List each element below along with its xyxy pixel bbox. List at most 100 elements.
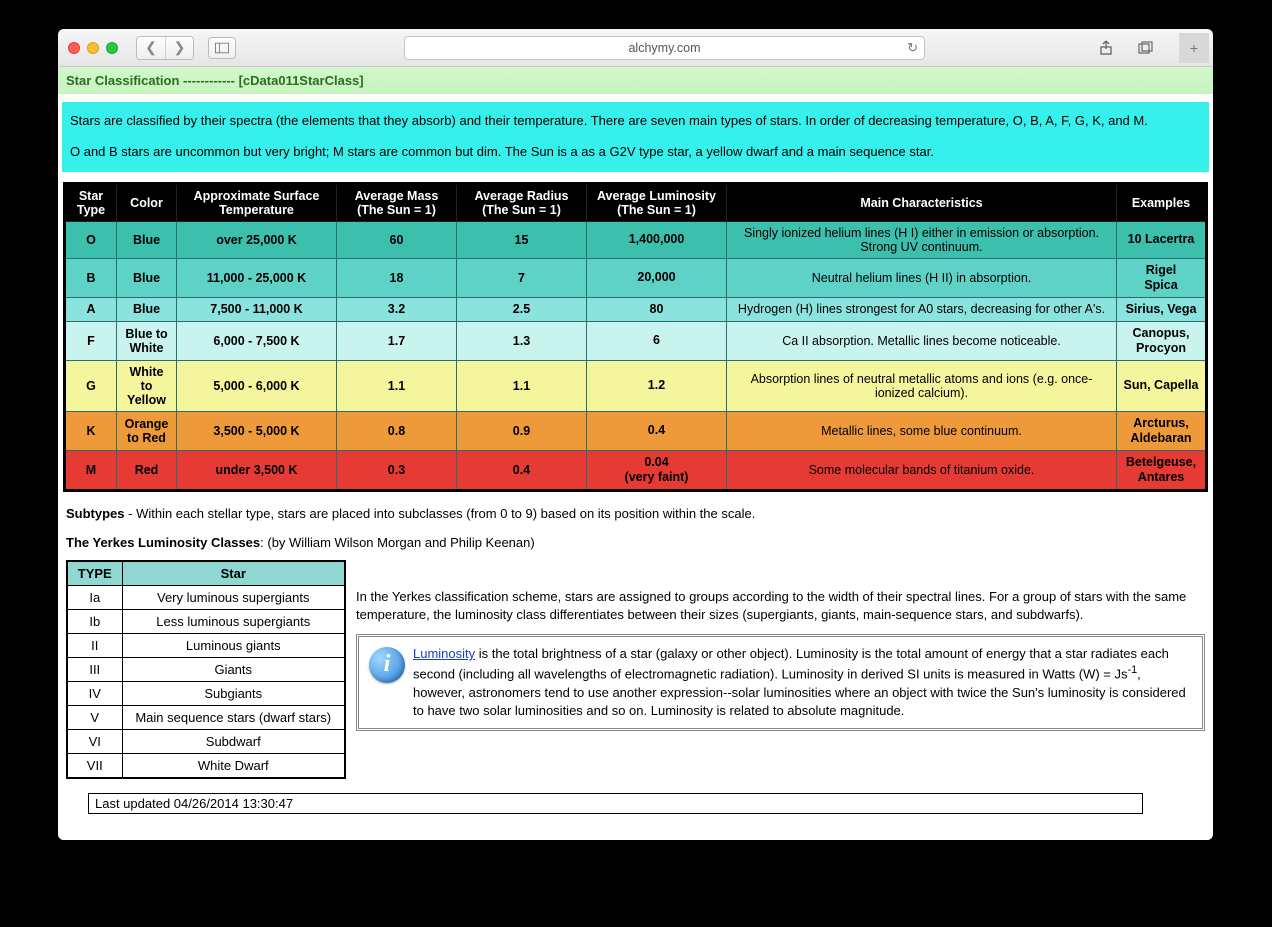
table-cell: Sun, Capella [1117, 360, 1207, 411]
nav-buttons: ❮ ❯ [136, 36, 194, 60]
minimize-icon[interactable] [87, 42, 99, 54]
lum-star-cell: Main sequence stars (dwarf stars) [122, 705, 345, 729]
luminosity-info-box: i Luminosity is the total brightness of … [356, 634, 1205, 731]
table-cell: RigelSpica [1117, 258, 1207, 297]
table-cell: 6 [587, 321, 727, 360]
th-lum: Average Luminosity (The Sun = 1) [587, 183, 727, 221]
table-cell: 1.3 [457, 321, 587, 360]
table-cell: B [65, 258, 117, 297]
table-cell: Hydrogen (H) lines strongest for A0 star… [727, 297, 1117, 321]
forward-button[interactable]: ❯ [165, 37, 193, 59]
table-cell: 0.4 [587, 411, 727, 450]
table-cell: 1.2 [587, 360, 727, 411]
th-radius: Average Radius (The Sun = 1) [457, 183, 587, 221]
table-cell: 10 Lacertra [1117, 221, 1207, 258]
table-cell: 1.1 [337, 360, 457, 411]
th-lum-type: TYPE [67, 561, 122, 586]
table-cell: Neutral helium lines (H II) in absorptio… [727, 258, 1117, 297]
table-cell: Blue [117, 258, 177, 297]
table-cell: Red [117, 450, 177, 490]
table-cell: A [65, 297, 117, 321]
table-header-row: Star Type Color Approximate Surface Temp… [65, 183, 1207, 221]
sidebar-toggle-button[interactable] [208, 37, 236, 59]
new-tab-button[interactable]: + [1179, 33, 1209, 63]
sidebar-icon [215, 42, 229, 54]
tabs-icon [1138, 41, 1154, 55]
table-cell: 3,500 - 5,000 K [177, 411, 337, 450]
lum-star-cell: Luminous giants [122, 633, 345, 657]
share-button[interactable] [1093, 37, 1119, 59]
luminosity-classes-table: TYPE Star IaVery luminous supergiantsIbL… [66, 560, 346, 779]
table-row: IVSubgiants [67, 681, 345, 705]
tabs-button[interactable] [1133, 37, 1159, 59]
table-row: VMain sequence stars (dwarf stars) [67, 705, 345, 729]
lower-section: TYPE Star IaVery luminous supergiantsIbL… [66, 560, 1205, 779]
window-controls [68, 42, 118, 54]
table-row: VIIWhite Dwarf [67, 753, 345, 778]
table-cell: Blue to White [117, 321, 177, 360]
last-updated: Last updated 04/26/2014 13:30:47 [88, 793, 1143, 814]
table-cell: 80 [587, 297, 727, 321]
browser-window: ❮ ❯ alchymy.com ↻ + Star Classification … [58, 29, 1213, 840]
table-row: IaVery luminous supergiants [67, 585, 345, 609]
subtypes-rest: - Within each stellar type, stars are pl… [125, 506, 756, 521]
table-cell: 0.8 [337, 411, 457, 450]
info-text-1: is the total brightness of a star (galax… [413, 646, 1169, 682]
info-sup: -1 [1127, 664, 1137, 676]
lum-type-cell: IV [67, 681, 122, 705]
table-row: MRedunder 3,500 K0.30.40.04(very faint)S… [65, 450, 1207, 490]
right-column: In the Yerkes classification scheme, sta… [356, 560, 1205, 731]
table-cell: Canopus, Procyon [1117, 321, 1207, 360]
reload-icon[interactable]: ↻ [907, 40, 918, 56]
table-cell: 1.1 [457, 360, 587, 411]
table-cell: under 3,500 K [177, 450, 337, 490]
table-cell: Singly ionized helium lines (H I) either… [727, 221, 1117, 258]
star-classification-table: Star Type Color Approximate Surface Temp… [63, 182, 1208, 492]
th-lum-star: Star [122, 561, 345, 586]
luminosity-link[interactable]: Luminosity [413, 646, 475, 661]
lum-type-cell: VII [67, 753, 122, 778]
table-cell: 7 [457, 258, 587, 297]
table-cell: Metallic lines, some blue continuum. [727, 411, 1117, 450]
intro-paragraph-1: Stars are classified by their spectra (t… [70, 112, 1201, 131]
table-cell: Some molecular bands of titanium oxide. [727, 450, 1117, 490]
table-cell: Orange to Red [117, 411, 177, 450]
info-icon: i [369, 647, 405, 683]
page-content: Star Classification ------------ [cData0… [58, 67, 1213, 840]
table-cell: 6,000 - 7,500 K [177, 321, 337, 360]
url-bar[interactable]: alchymy.com ↻ [404, 36, 925, 60]
table-cell: 11,000 - 25,000 K [177, 258, 337, 297]
th-examples: Examples [1117, 183, 1207, 221]
close-icon[interactable] [68, 42, 80, 54]
table-cell: 1,400,000 [587, 221, 727, 258]
th-color: Color [117, 183, 177, 221]
titlebar: ❮ ❯ alchymy.com ↻ + [58, 29, 1213, 67]
yerkes-title-line: The Yerkes Luminosity Classes: (by Willi… [66, 535, 1205, 550]
lum-star-cell: White Dwarf [122, 753, 345, 778]
lum-header-row: TYPE Star [67, 561, 345, 586]
yerkes-label: The Yerkes Luminosity Classes [66, 535, 260, 550]
table-cell: M [65, 450, 117, 490]
yerkes-scheme-paragraph: In the Yerkes classification scheme, sta… [356, 588, 1205, 624]
lum-type-cell: VI [67, 729, 122, 753]
table-cell: Blue [117, 297, 177, 321]
th-mass: Average Mass (The Sun = 1) [337, 183, 457, 221]
table-cell: White to Yellow [117, 360, 177, 411]
share-icon [1098, 40, 1114, 56]
table-cell: F [65, 321, 117, 360]
table-row: GWhite to Yellow5,000 - 6,000 K1.11.11.2… [65, 360, 1207, 411]
table-cell: 18 [337, 258, 457, 297]
zoom-icon[interactable] [106, 42, 118, 54]
table-row: IIIGiants [67, 657, 345, 681]
table-row: KOrange to Red3,500 - 5,000 K0.80.90.4Me… [65, 411, 1207, 450]
back-button[interactable]: ❮ [137, 37, 165, 59]
table-row: IILuminous giants [67, 633, 345, 657]
table-cell: 0.4 [457, 450, 587, 490]
lum-star-cell: Very luminous supergiants [122, 585, 345, 609]
subtypes-line: Subtypes - Within each stellar type, sta… [66, 506, 1205, 521]
intro-paragraph-2: O and B stars are uncommon but very brig… [70, 143, 1201, 162]
table-cell: 60 [337, 221, 457, 258]
table-row: IbLess luminous supergiants [67, 609, 345, 633]
table-cell: 0.04(very faint) [587, 450, 727, 490]
toolbar-right: + [1093, 33, 1203, 63]
